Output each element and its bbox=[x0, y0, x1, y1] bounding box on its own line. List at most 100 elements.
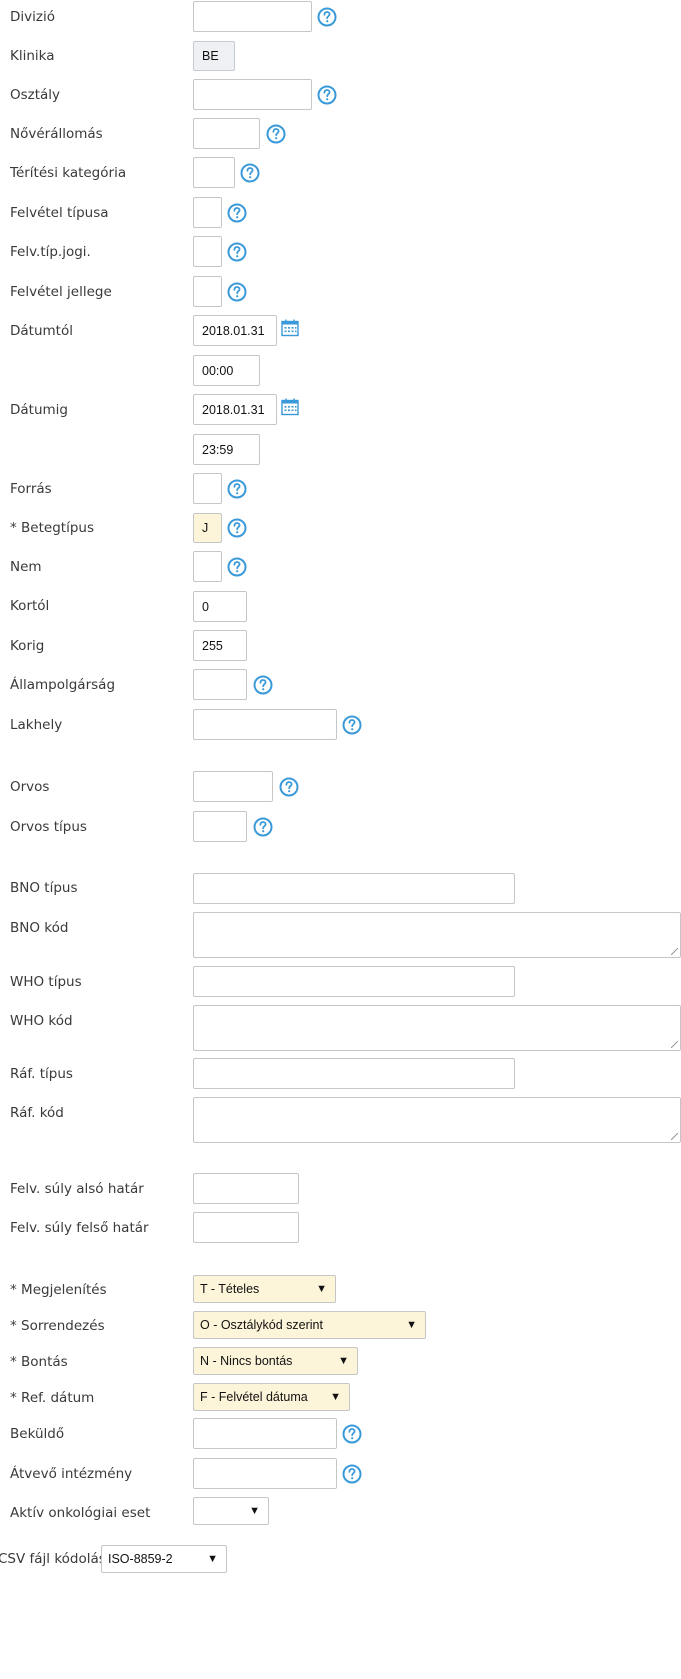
suly-felso-input[interactable] bbox=[193, 1212, 299, 1243]
felvetel-jellege-input[interactable] bbox=[193, 276, 222, 307]
raf-kod-label: Ráf. kód bbox=[10, 1105, 64, 1121]
help-icon[interactable] bbox=[239, 162, 261, 184]
felvetel-tipusa-label: Felvétel típusa bbox=[10, 205, 109, 221]
betegtipus-input[interactable]: J bbox=[193, 513, 222, 543]
help-icon[interactable] bbox=[265, 123, 287, 145]
who-kod-textarea[interactable] bbox=[193, 1005, 681, 1051]
suly-also-label: Felv. súly alsó határ bbox=[10, 1181, 144, 1197]
bekuldo-label: Beküldő bbox=[10, 1426, 65, 1442]
korig-input[interactable]: 255 bbox=[193, 630, 247, 661]
orvos-input[interactable] bbox=[193, 771, 273, 802]
felvetel-tipusa-input[interactable] bbox=[193, 197, 222, 228]
kortol-label: Kortól bbox=[10, 598, 50, 614]
megjelenites-select[interactable]: T - Tételes ▼ bbox=[193, 1275, 336, 1303]
megjelenites-value: T - Tételes bbox=[200, 1282, 260, 1296]
megjelenites-label: * Megjelenítés bbox=[10, 1282, 107, 1298]
help-icon[interactable] bbox=[316, 6, 338, 28]
bno-tipus-input[interactable] bbox=[193, 873, 515, 904]
sorrendezes-value: O - Osztálykód szerint bbox=[200, 1318, 323, 1332]
forras-label: Forrás bbox=[10, 481, 52, 497]
raf-kod-textarea[interactable] bbox=[193, 1097, 681, 1143]
who-tipus-label: WHO típus bbox=[10, 974, 82, 990]
datumig-date-input[interactable]: 2018.01.31 bbox=[193, 394, 277, 425]
felv-tip-jogi-input[interactable] bbox=[193, 236, 222, 267]
help-icon[interactable] bbox=[278, 776, 300, 798]
help-icon[interactable] bbox=[226, 478, 248, 500]
bontas-label: * Bontás bbox=[10, 1354, 68, 1370]
korig-label: Korig bbox=[10, 638, 45, 654]
help-icon[interactable] bbox=[252, 816, 274, 838]
datumig-label: Dátumig bbox=[10, 402, 68, 418]
datumig-time-input[interactable]: 23:59 bbox=[193, 434, 260, 465]
lakhely-label: Lakhely bbox=[10, 717, 63, 733]
atvevo-input[interactable] bbox=[193, 1458, 337, 1489]
bno-tipus-label: BNO típus bbox=[10, 880, 78, 896]
allampolgarsag-input[interactable] bbox=[193, 669, 247, 700]
osztaly-label: Osztály bbox=[10, 87, 61, 103]
kortol-input[interactable]: 0 bbox=[193, 591, 247, 622]
help-icon[interactable] bbox=[226, 556, 248, 578]
sorrendezes-select[interactable]: O - Osztálykód szerint ▼ bbox=[193, 1311, 426, 1339]
calendar-icon[interactable] bbox=[280, 397, 300, 417]
bno-kod-textarea[interactable] bbox=[193, 912, 681, 958]
help-icon[interactable] bbox=[226, 281, 248, 303]
orvos-label: Orvos bbox=[10, 779, 50, 795]
ref-datum-label: * Ref. dátum bbox=[10, 1390, 95, 1406]
help-icon[interactable] bbox=[226, 517, 248, 539]
dropdown-arrow-icon: ▼ bbox=[249, 1505, 260, 1517]
dropdown-arrow-icon: ▼ bbox=[338, 1355, 349, 1367]
lakhely-input[interactable] bbox=[193, 709, 337, 740]
datumtol-label: Dátumtól bbox=[10, 323, 73, 339]
help-icon[interactable] bbox=[341, 714, 363, 736]
betegtipus-label: * Betegtípus bbox=[10, 520, 94, 536]
osztaly-input[interactable] bbox=[193, 79, 312, 110]
allampolgarsag-label: Állampolgárság bbox=[10, 677, 116, 693]
bontas-select[interactable]: N - Nincs bontás ▼ bbox=[193, 1347, 358, 1375]
help-icon[interactable] bbox=[341, 1423, 363, 1445]
atvevo-label: Átvevő intézmény bbox=[10, 1466, 133, 1482]
ref-datum-value: F - Felvétel dátuma bbox=[200, 1390, 308, 1404]
ref-datum-select[interactable]: F - Felvétel dátuma ▼ bbox=[193, 1383, 350, 1411]
datumtol-date-input[interactable]: 2018.01.31 bbox=[193, 315, 277, 346]
dropdown-arrow-icon: ▼ bbox=[207, 1553, 218, 1565]
datumtol-time-input[interactable]: 00:00 bbox=[193, 355, 260, 386]
raf-tipus-input[interactable] bbox=[193, 1058, 515, 1089]
help-icon[interactable] bbox=[226, 202, 248, 224]
help-icon[interactable] bbox=[341, 1463, 363, 1485]
help-icon[interactable] bbox=[226, 241, 248, 263]
dropdown-arrow-icon: ▼ bbox=[406, 1319, 417, 1331]
help-icon[interactable] bbox=[316, 84, 338, 106]
raf-tipus-label: Ráf. típus bbox=[10, 1066, 73, 1082]
csv-encoding-label: CSV fájl kódolás bbox=[0, 1551, 106, 1567]
divizio-input[interactable] bbox=[193, 1, 312, 32]
suly-felso-label: Felv. súly felső határ bbox=[10, 1220, 149, 1236]
teritesi-kategoria-input[interactable] bbox=[193, 157, 235, 188]
calendar-icon[interactable] bbox=[280, 318, 300, 338]
bontas-value: N - Nincs bontás bbox=[200, 1354, 293, 1368]
felvetel-jellege-label: Felvétel jellege bbox=[10, 284, 112, 300]
who-tipus-input[interactable] bbox=[193, 966, 515, 997]
klinika-input[interactable]: BE bbox=[193, 41, 235, 71]
bno-kod-label: BNO kód bbox=[10, 920, 69, 936]
orvos-tipus-label: Orvos típus bbox=[10, 819, 87, 835]
felv-tip-jogi-label: Felv.típ.jogi. bbox=[10, 244, 91, 260]
teritesi-kategoria-label: Térítési kategória bbox=[10, 165, 127, 181]
csv-encoding-select[interactable]: ISO-8859-2 ▼ bbox=[101, 1545, 227, 1573]
dropdown-arrow-icon: ▼ bbox=[316, 1283, 327, 1295]
orvos-tipus-input[interactable] bbox=[193, 811, 247, 842]
sorrendezes-label: * Sorrendezés bbox=[10, 1318, 105, 1334]
onkologiai-select[interactable]: ▼ bbox=[193, 1497, 269, 1525]
noverallomas-input[interactable] bbox=[193, 118, 260, 149]
onkologiai-label: Aktív onkológiai eset bbox=[10, 1505, 151, 1521]
who-kod-label: WHO kód bbox=[10, 1013, 73, 1029]
suly-also-input[interactable] bbox=[193, 1173, 299, 1204]
forras-input[interactable] bbox=[193, 473, 222, 504]
bekuldo-input[interactable] bbox=[193, 1418, 337, 1449]
noverallomas-label: Nővérállomás bbox=[10, 126, 103, 142]
help-icon[interactable] bbox=[252, 674, 274, 696]
divizio-label: Divizió bbox=[10, 9, 55, 25]
nem-label: Nem bbox=[10, 559, 42, 575]
klinika-label: Klinika bbox=[10, 48, 55, 64]
csv-encoding-value: ISO-8859-2 bbox=[108, 1552, 173, 1566]
nem-input[interactable] bbox=[193, 551, 222, 582]
